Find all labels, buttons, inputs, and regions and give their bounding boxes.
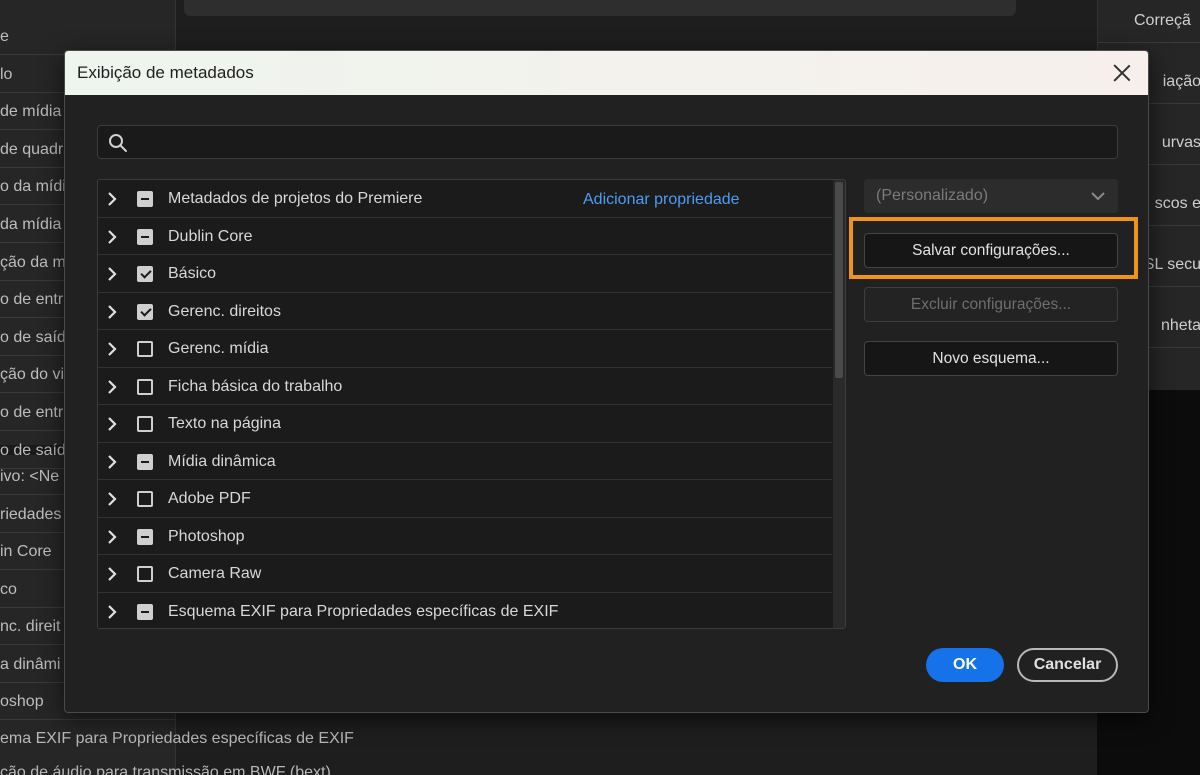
schema-row[interactable]: Gerenc. direitos — [98, 293, 832, 330]
schema-checkbox[interactable] — [137, 228, 153, 245]
background-list-label: ção da m — [0, 253, 66, 271]
metadata-display-dialog: Exibição de metadados Esquema EXIF para … — [64, 50, 1149, 713]
schema-label: Esquema EXIF para Propriedades específic… — [168, 602, 559, 620]
background-list-label: o de entr — [0, 291, 64, 309]
chevron-right-icon[interactable] — [104, 229, 120, 245]
schema-checkbox[interactable] — [137, 491, 153, 507]
schema-row[interactable]: Photoshop — [98, 518, 832, 555]
schema-label: Texto na página — [168, 415, 281, 432]
schema-checkbox[interactable] — [137, 341, 153, 357]
chevron-right-icon[interactable] — [104, 266, 120, 282]
schema-label: Camera Raw — [168, 565, 262, 582]
schema-checkbox[interactable] — [137, 566, 153, 582]
background-list-label: o de saíd — [0, 328, 66, 346]
background-list-label: e — [0, 28, 9, 45]
chevron-right-icon[interactable] — [104, 379, 120, 395]
chevron-right-icon[interactable] — [104, 304, 120, 320]
cancel-button[interactable]: Cancelar — [1017, 648, 1118, 682]
schema-label: Gerenc. direitos — [168, 302, 281, 320]
schema-checkbox[interactable] — [137, 453, 153, 470]
background-list-label: da mídia — [0, 216, 62, 233]
schema-row[interactable]: Adobe PDF — [98, 480, 832, 518]
schema-checkbox[interactable] — [137, 528, 153, 545]
schema-checkbox[interactable] — [137, 378, 153, 395]
search-icon — [109, 134, 127, 152]
schema-label: Adobe PDF — [168, 490, 251, 507]
schema-checkbox[interactable] — [137, 303, 153, 320]
schema-row[interactable]: Dublin Core — [98, 218, 832, 255]
list-scrollbar[interactable] — [833, 180, 845, 628]
schema-row[interactable]: Esquema EXIF para Propriedades específic… — [98, 593, 832, 629]
chevron-right-icon[interactable] — [104, 529, 120, 545]
schema-checkbox[interactable] — [137, 416, 153, 432]
chevron-right-icon[interactable] — [104, 491, 120, 507]
background-metadata-label: a dinâmi — [0, 655, 61, 673]
schema-label: Ficha básica do trabalho — [168, 377, 343, 395]
background-metadata-label: ivo: <Ne — [0, 468, 60, 485]
chevron-right-icon[interactable] — [104, 341, 120, 357]
background-effect-item: Correçã — [1098, 0, 1200, 43]
schema-checkbox[interactable] — [137, 191, 153, 207]
chevron-down-icon — [1091, 192, 1105, 201]
schema-label: Mídia dinâmica — [168, 452, 276, 470]
background-metadata-label: oshop — [0, 693, 44, 710]
schema-label: Photoshop — [168, 527, 245, 545]
background-metadata-label: nc. direit — [0, 618, 61, 635]
dialog-title: Exibição de metadados — [77, 63, 254, 82]
background-effect-label: Correçã — [1134, 12, 1191, 29]
schema-checkbox[interactable] — [137, 603, 153, 620]
chevron-right-icon[interactable] — [104, 566, 120, 582]
add-property-link[interactable]: Adicionar propriedade — [583, 191, 740, 209]
background-metadata-item: ema EXIF para Propriedades específicas d… — [0, 730, 354, 747]
background-list-label: de quadr — [0, 140, 64, 158]
background-effect-label: SL secu — [1143, 256, 1200, 273]
background-metadata-label: in Core — [0, 543, 52, 560]
preset-dropdown[interactable]: (Personalizado) — [864, 179, 1118, 213]
background-effect-label: urvas — [1161, 134, 1200, 151]
metadata-schema-list: Esquema EXIF para Propriedades específic… — [97, 179, 846, 629]
background-effect-label: scos e — [1154, 195, 1200, 212]
search-field[interactable] — [97, 125, 1118, 159]
schema-checkbox[interactable] — [137, 266, 153, 282]
dialog-titlebar: Exibição de metadados — [65, 51, 1148, 95]
background-list-label: lo — [0, 65, 13, 83]
background-metadata-label: riedades — [0, 505, 62, 523]
schema-row[interactable]: Ficha básica do trabalho — [98, 368, 832, 405]
background-list-label: ção do vi — [0, 366, 65, 384]
ok-button[interactable]: OK — [926, 648, 1004, 682]
chevron-right-icon[interactable] — [104, 454, 120, 470]
background-search-bar — [184, 0, 1016, 16]
close-icon[interactable] — [1110, 61, 1134, 85]
preset-selected-value: (Personalizado) — [876, 187, 989, 204]
schema-label: Gerenc. mídia — [168, 340, 269, 357]
background-list-label: o da mídi — [0, 178, 66, 196]
schema-row[interactable]: Texto na página — [98, 405, 832, 443]
background-effect-label: iação — [1162, 73, 1200, 90]
chevron-right-icon[interactable] — [104, 604, 120, 620]
background-metadata-item: ção de áudio para transmissão em BWF (be… — [0, 764, 331, 775]
new-schema-button[interactable]: Novo esquema... — [864, 341, 1118, 376]
background-metadata-label: co — [0, 580, 17, 598]
chevron-right-icon[interactable] — [104, 191, 120, 207]
scrollbar-thumb[interactable] — [835, 182, 843, 378]
schema-row[interactable]: Mídia dinâmica — [98, 443, 832, 480]
chevron-right-icon[interactable] — [104, 416, 120, 432]
background-effect-label: nheta — [1160, 317, 1200, 334]
search-input[interactable] — [138, 129, 1108, 155]
delete-settings-button[interactable]: Excluir configurações... — [864, 287, 1118, 322]
schema-label: Metadados de projetos do Premiere — [168, 190, 423, 207]
schema-label: Dublin Core — [168, 227, 253, 245]
schema-row[interactable]: Camera Raw — [98, 555, 832, 593]
schema-label: Básico — [168, 265, 217, 282]
background-list-label: de mídia — [0, 103, 62, 121]
save-settings-button[interactable]: Salvar configurações... — [864, 233, 1118, 268]
schema-row[interactable]: Gerenc. mídia — [98, 330, 832, 368]
schema-row[interactable]: Básico — [98, 255, 832, 293]
background-list-label: o de entr — [0, 404, 64, 421]
